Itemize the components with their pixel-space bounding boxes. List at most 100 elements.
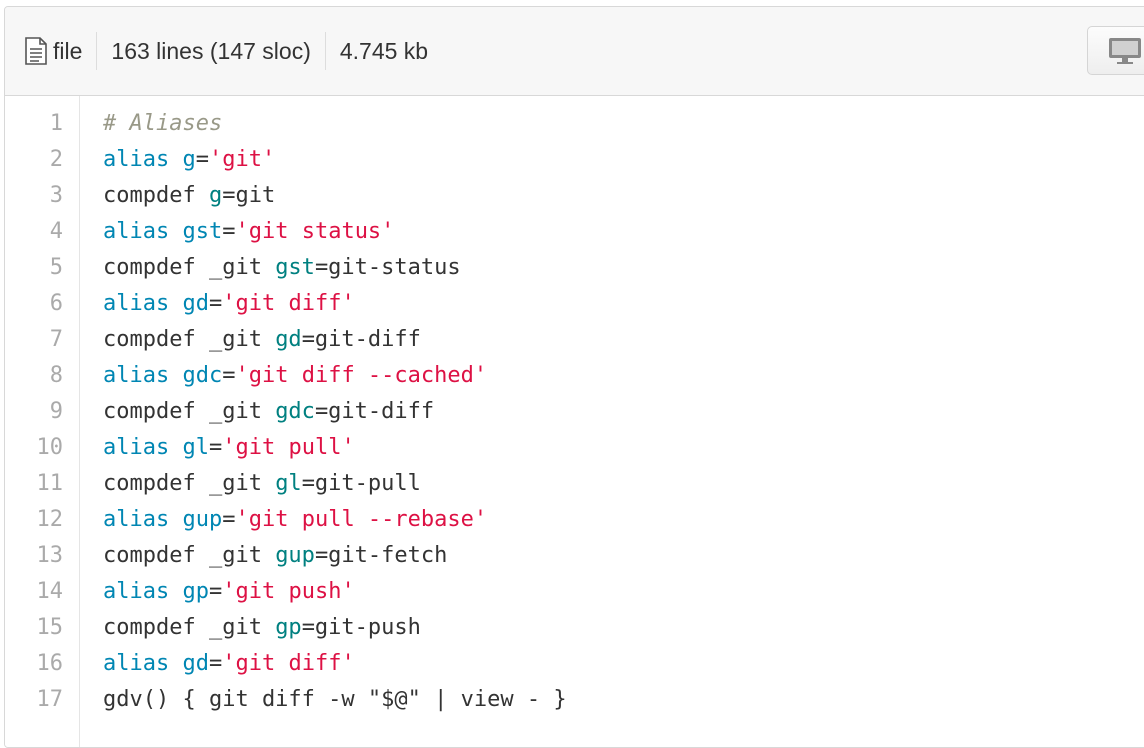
code-line: alias gd='git diff' xyxy=(103,646,355,682)
file-label: file xyxy=(53,37,83,64)
code-token: = xyxy=(208,291,223,316)
code-token: 'git push' xyxy=(222,579,355,604)
code-token: 'git status' xyxy=(235,219,395,244)
line-count: 163 lines (147 sloc) xyxy=(96,32,324,70)
code-token: compdef _git xyxy=(103,255,276,280)
code-line: compdef _git gdc=git-diff xyxy=(103,394,434,430)
code-line: alias gp='git push' xyxy=(103,574,355,610)
code-line: gdv() { git diff -w "$@" | view - } xyxy=(103,682,567,718)
code-token: gst xyxy=(182,219,223,244)
code-token: # Aliases xyxy=(103,111,223,136)
line-number[interactable]: 11 xyxy=(5,466,64,502)
code-token: alias xyxy=(103,435,170,460)
line-number[interactable]: 10 xyxy=(5,430,64,466)
code-token: alias xyxy=(103,651,170,676)
code-token: compdef _git xyxy=(103,471,276,496)
code-token: alias xyxy=(103,219,170,244)
line-count-text: 163 lines (147 sloc) xyxy=(111,37,311,64)
code-line: compdef _git gst=git-status xyxy=(103,250,461,286)
code-token: alias xyxy=(103,579,170,604)
code-view: 1 2 3 4 5 6 7 8 9 10 11 12 13 14 15 16 17 # Aliases alias… xyxy=(5,96,1144,747)
code-line: # Aliases xyxy=(103,106,222,142)
line-number[interactable]: 2 xyxy=(5,142,63,178)
line-number[interactable]: 16 xyxy=(5,646,64,682)
line-number[interactable]: 4 xyxy=(5,214,63,250)
code-token: compdef _git xyxy=(103,543,276,568)
display-mode-button[interactable] xyxy=(1087,26,1144,75)
code-line: alias g='git' xyxy=(103,142,275,178)
code-token: gup xyxy=(275,543,315,568)
file-header: file 163 lines (147 sloc) 4.745 kb xyxy=(5,7,1144,96)
code-token: = xyxy=(208,435,223,460)
line-number[interactable]: 14 xyxy=(5,574,64,610)
code-line: compdef _git gup=git-fetch xyxy=(103,538,447,574)
line-number[interactable]: 17 xyxy=(5,682,64,718)
file-size-text: 4.745 kb xyxy=(339,37,429,64)
code-token: gp xyxy=(182,579,209,604)
code-token: gst xyxy=(275,255,315,280)
code-token: gd xyxy=(182,651,209,676)
code-token: gd xyxy=(275,327,302,352)
code-line: alias gdc='git diff --cached' xyxy=(103,358,487,394)
code-token: gdv() { git diff -w "$@" | view - } xyxy=(103,687,567,712)
code-token: =git xyxy=(222,183,276,208)
code-token: 'git diff --cached' xyxy=(235,363,488,388)
code-token: =git-status xyxy=(314,255,461,280)
code-token: compdef _git xyxy=(103,615,276,640)
code-token: gp xyxy=(275,615,302,640)
code-token: compdef _git xyxy=(103,399,276,424)
line-number[interactable]: 9 xyxy=(5,394,63,430)
code-token: =git-fetch xyxy=(314,543,448,568)
file-viewer: file 163 lines (147 sloc) 4.745 kb 12345… xyxy=(4,6,1144,748)
code-token: alias xyxy=(103,507,170,532)
desktop-monitor-icon xyxy=(1108,37,1142,70)
code-line: compdef _git gl=git-pull xyxy=(103,466,421,502)
line-number[interactable]: 6 xyxy=(5,286,63,322)
code-token: compdef xyxy=(103,183,209,208)
file-type-indicator: file xyxy=(23,32,96,70)
code-token: 'git pull' xyxy=(222,435,355,460)
code-line: alias gd='git diff' xyxy=(103,286,355,322)
code-token: alias xyxy=(103,291,170,316)
code-token: gdc xyxy=(275,399,315,424)
code-token: 'git diff' xyxy=(222,291,355,316)
code-token: g xyxy=(182,147,196,172)
line-number[interactable]: 15 xyxy=(5,610,64,646)
code-line: compdef _git gp=git-push xyxy=(103,610,421,646)
line-number[interactable]: 12 xyxy=(5,502,64,538)
code-line: alias gup='git pull --rebase' xyxy=(103,502,487,538)
code-token: = xyxy=(208,579,223,604)
code-line: alias gl='git pull' xyxy=(103,430,355,466)
code-token: gl xyxy=(182,435,209,460)
file-size: 4.745 kb xyxy=(324,32,442,70)
line-number[interactable]: 8 xyxy=(5,358,63,394)
line-number[interactable]: 13 xyxy=(5,538,64,574)
code-token: 'git' xyxy=(208,147,276,172)
code-token: 'git pull --rebase' xyxy=(235,507,488,532)
line-number[interactable]: 5 xyxy=(5,250,63,286)
line-number-gutter: 1 2 3 4 5 6 7 8 9 10 11 12 13 14 15 16 17 xyxy=(5,96,80,747)
code-token: =git-pull xyxy=(301,471,421,496)
code-token: = xyxy=(222,363,236,388)
code-token: =git-diff xyxy=(301,327,421,352)
code-token: = xyxy=(222,219,236,244)
code-token: =git-push xyxy=(301,615,421,640)
code-token: 'git diff' xyxy=(222,651,355,676)
line-number[interactable]: 3 xyxy=(5,178,63,214)
line-number[interactable]: 7 xyxy=(5,322,63,358)
code-token: gup xyxy=(182,507,223,532)
code-token: g xyxy=(208,183,223,208)
code-token: alias xyxy=(103,363,170,388)
code-line: alias gst='git status' xyxy=(103,214,394,250)
code-token: =git-diff xyxy=(314,399,435,424)
code-token: = xyxy=(222,507,236,532)
line-number[interactable]: 1 xyxy=(5,106,63,142)
